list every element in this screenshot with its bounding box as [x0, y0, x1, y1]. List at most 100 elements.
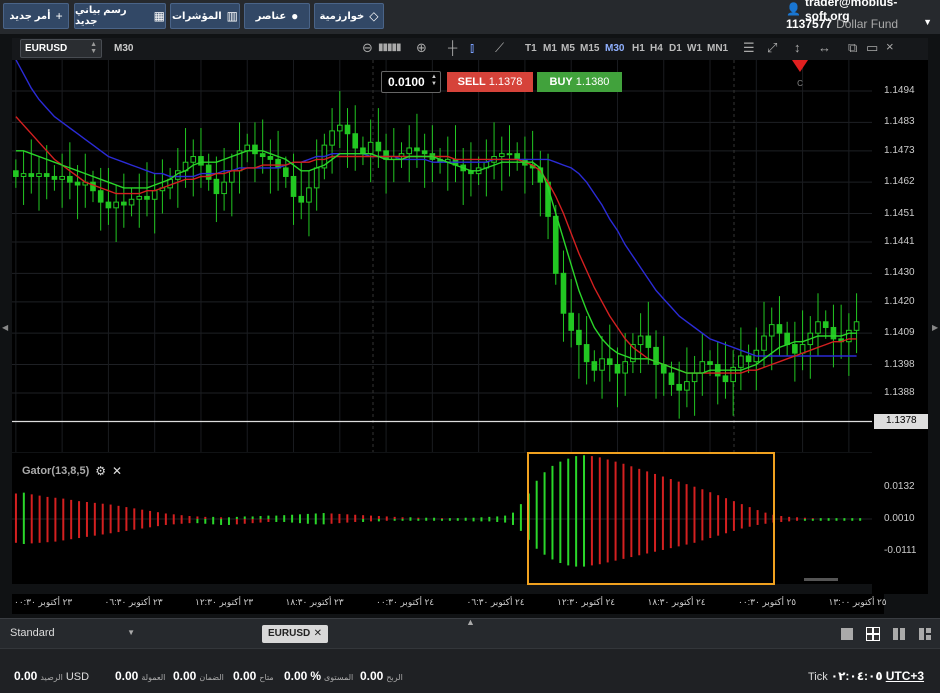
tf-m1[interactable]: M1 — [543, 43, 557, 54]
tf-t1[interactable]: T1 — [525, 43, 537, 54]
gear-icon[interactable]: ⚙ — [95, 464, 106, 478]
new-chart-button[interactable]: رسم بياني جديد ▦ — [74, 3, 166, 29]
candle — [761, 335, 767, 351]
chart-tab-label: EURUSD — [268, 628, 311, 639]
indicators-label: المؤشرات — [171, 10, 222, 22]
expand-icon[interactable]: ⤢ — [767, 40, 777, 56]
tf-m30[interactable]: M30 — [605, 43, 624, 54]
lot-size-value: 0.0100 — [388, 75, 425, 89]
tf-h1[interactable]: H1 — [632, 43, 645, 54]
layout-single-icon[interactable] — [840, 627, 854, 641]
chevron-down-icon: ▼ — [923, 17, 932, 27]
layout-grid-icon[interactable] — [866, 627, 880, 641]
layout-split-icon[interactable] — [918, 627, 932, 641]
minimize-icon[interactable]: ▭ — [866, 40, 878, 56]
time-tick-label: ٢٣ أكتوبر ١٨:٣٠ — [285, 597, 344, 607]
candle — [136, 195, 143, 200]
bar-chart-type-icon[interactable]: ┼ — [448, 40, 457, 55]
candle — [105, 201, 112, 209]
buy-price: 1.1380 — [575, 76, 610, 88]
tf-h4[interactable]: H4 — [650, 43, 663, 54]
price-plot[interactable]: C — [12, 60, 872, 452]
candle — [190, 156, 197, 163]
candle — [768, 324, 775, 337]
close-icon[interactable]: ✕ — [112, 464, 122, 478]
level-value: 0.00 — [284, 669, 308, 683]
stepper-icon: ▲ ▼ — [90, 41, 97, 55]
profit-field: 0.00 الربح — [360, 669, 403, 683]
candle — [722, 375, 729, 383]
candle — [815, 321, 821, 334]
margin-label: الضمان — [199, 673, 224, 682]
tf-m5[interactable]: M5 — [561, 43, 575, 54]
buy-button[interactable]: BUY 1.1380 — [537, 72, 622, 92]
level-unit: % — [310, 669, 322, 683]
indicator-list-icon[interactable]: ☰ — [743, 40, 755, 56]
price-axis[interactable]: 1.1494 1.1483 1.1473 1.1462 1.1451 1.1441 1.14… — [872, 60, 928, 594]
vertical-scale-icon[interactable]: ↕ — [794, 40, 801, 55]
time-tick-label: ٢٤ أكتوبر ١٢:٣٠ — [557, 597, 616, 607]
layout-columns-icon[interactable] — [892, 627, 906, 641]
sell-button[interactable]: SELL 1.1378 — [447, 72, 533, 92]
time-axis[interactable]: ٢٣ أكتوبر ٠٠:٣٠ ٢٣ أكتوبر ٠٦:٣٠ ٢٣ أكتوبر … — [12, 594, 887, 614]
new-order-button[interactable]: أمر جديد + — [3, 3, 69, 29]
candle — [591, 361, 598, 371]
margin-value: 0.00 — [173, 669, 197, 683]
horizontal-scale-icon[interactable]: ↔ — [818, 40, 831, 55]
candle — [776, 324, 783, 334]
candle — [707, 361, 713, 366]
time-tick-label: ٢٤ أكتوبر ١٨:٣٠ — [647, 597, 706, 607]
right-collapse-icon[interactable]: ▶ — [932, 323, 938, 332]
tf-w1[interactable]: W1 — [687, 43, 702, 54]
tf-m15[interactable]: M15 — [580, 43, 599, 54]
tf-d1[interactable]: D1 — [669, 43, 682, 54]
detach-icon[interactable]: ⧉ — [848, 40, 857, 56]
clock-field: Tick ٠٢:٠٤:٠٥ UTC+3 — [808, 669, 924, 683]
candle — [830, 326, 837, 340]
algorithm-button[interactable]: خوارزمية ◇ — [314, 3, 384, 29]
candle — [606, 358, 613, 366]
symbol-select[interactable]: EURUSD ▲ ▼ — [20, 39, 102, 58]
price-tick-label: 1.1398 — [884, 358, 915, 370]
timezone-selector[interactable]: UTC+3 — [886, 669, 924, 683]
gator-tick-label: 0.0132 — [884, 481, 915, 492]
chart-tab[interactable]: EURUSD ✕ — [262, 625, 328, 643]
price-tick-label: 1.1441 — [884, 236, 915, 247]
candle — [792, 344, 798, 354]
candle-chart-type-icon[interactable]: ⫾ — [470, 40, 474, 56]
candle — [352, 133, 359, 149]
line-chart-type-icon[interactable]: ⟋ — [495, 40, 504, 56]
algorithm-label: خوارزمية — [319, 10, 365, 22]
panel-toggle-icon[interactable]: ▲ — [466, 617, 475, 627]
zoom-in-icon[interactable]: ⊕ — [416, 40, 427, 56]
candle — [583, 344, 590, 363]
indicator-header: Gator(13,8,5) ⚙ ✕ — [22, 464, 122, 478]
indicators-button[interactable]: المؤشرات ▥ — [170, 3, 240, 29]
candle — [282, 167, 289, 177]
account-info[interactable]: 👤 trader@mobius-soft.org 1137577 Dollar Fu… — [786, 0, 932, 31]
close-chart-icon[interactable]: × — [886, 39, 894, 54]
candle — [498, 153, 505, 158]
lot-size-input[interactable]: 0.0100 ▲ ▼ — [381, 71, 441, 93]
objects-button[interactable]: عناصر ● — [244, 3, 310, 29]
candle — [614, 364, 621, 374]
zoom-out-icon[interactable]: ⊖ — [362, 40, 373, 56]
template-select[interactable]: Standard ▼ — [10, 627, 135, 639]
account-number: 1137577 — [786, 16, 833, 31]
candle — [252, 144, 258, 155]
objects-label: عناصر — [255, 10, 287, 22]
free-margin-field: 0.00 متاح — [233, 669, 274, 683]
zoom-slider[interactable]: ▮▮▮▮▮ — [378, 42, 401, 53]
time-tick-label: ٢٤ أكتوبر ٠٠:٣٠ — [376, 597, 435, 607]
bottom-tab-bar: Standard ▼ EURUSD ✕ ▲ — [0, 617, 940, 648]
close-icon[interactable]: ✕ — [314, 628, 322, 640]
profit-value: 0.00 — [360, 669, 384, 683]
candle — [784, 332, 790, 346]
tf-mn1[interactable]: MN1 — [707, 43, 728, 54]
candle — [298, 195, 305, 203]
event-marker-icon[interactable] — [792, 60, 808, 72]
scrollbar[interactable] — [804, 578, 838, 581]
gator-tick-label: -0.0111 — [884, 545, 917, 556]
candle — [506, 153, 513, 156]
left-collapse-icon[interactable]: ◀ — [2, 323, 8, 332]
